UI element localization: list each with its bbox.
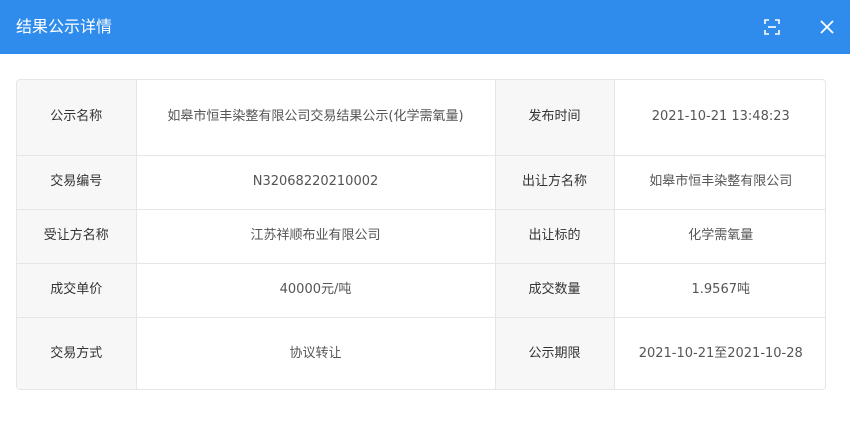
value-publicity-name: 如皋市恒丰染整有限公司交易结果公示(化学需氧量) — [136, 80, 496, 156]
table-row: 交易方式 协议转让 公示期限 2021-10-21至2021-10-28 — [17, 317, 825, 389]
fullscreen-button[interactable] — [757, 12, 787, 42]
dialog-header: 结果公示详情 — [0, 0, 850, 54]
label-transferee: 受让方名称 — [17, 209, 137, 264]
value-quantity: 1.9567吨 — [614, 263, 825, 318]
close-icon — [820, 20, 834, 34]
close-button[interactable] — [812, 12, 842, 42]
label-transfer-subject: 出让标的 — [495, 209, 615, 264]
label-trade-method: 交易方式 — [17, 317, 137, 389]
label-trade-number: 交易编号 — [17, 155, 137, 210]
value-transfer-subject: 化学需氧量 — [614, 209, 825, 264]
label-transferor: 出让方名称 — [495, 155, 615, 210]
label-unit-price: 成交单价 — [17, 263, 137, 318]
detail-card: 公示名称 如皋市恒丰染整有限公司交易结果公示(化学需氧量) 发布时间 2021-… — [16, 79, 826, 390]
value-trade-method: 协议转让 — [136, 317, 496, 389]
label-publicity-name: 公示名称 — [17, 80, 137, 156]
detail-table: 公示名称 如皋市恒丰染整有限公司交易结果公示(化学需氧量) 发布时间 2021-… — [17, 80, 825, 389]
label-quantity: 成交数量 — [495, 263, 615, 318]
value-trade-number: N32068220210002 — [136, 155, 496, 210]
fullscreen-icon — [764, 19, 780, 35]
dialog-title: 结果公示详情 — [16, 17, 113, 36]
label-publish-time: 发布时间 — [495, 80, 615, 156]
value-transferee: 江苏祥顺布业有限公司 — [136, 209, 496, 264]
value-unit-price: 40000元/吨 — [136, 263, 496, 318]
value-publicity-period: 2021-10-21至2021-10-28 — [638, 346, 803, 362]
table-row: 公示名称 如皋市恒丰染整有限公司交易结果公示(化学需氧量) 发布时间 2021-… — [17, 80, 825, 156]
table-row: 受让方名称 江苏祥顺布业有限公司 出让标的 化学需氧量 — [17, 209, 825, 264]
value-transferor: 如皋市恒丰染整有限公司 — [614, 155, 825, 210]
table-row: 交易编号 N32068220210002 出让方名称 如皋市恒丰染整有限公司 — [17, 155, 825, 210]
value-publish-time: 2021-10-21 13:48:23 — [614, 80, 825, 156]
label-publicity-period: 公示期限 — [495, 317, 615, 389]
table-row: 成交单价 40000元/吨 成交数量 1.9567吨 — [17, 263, 825, 318]
